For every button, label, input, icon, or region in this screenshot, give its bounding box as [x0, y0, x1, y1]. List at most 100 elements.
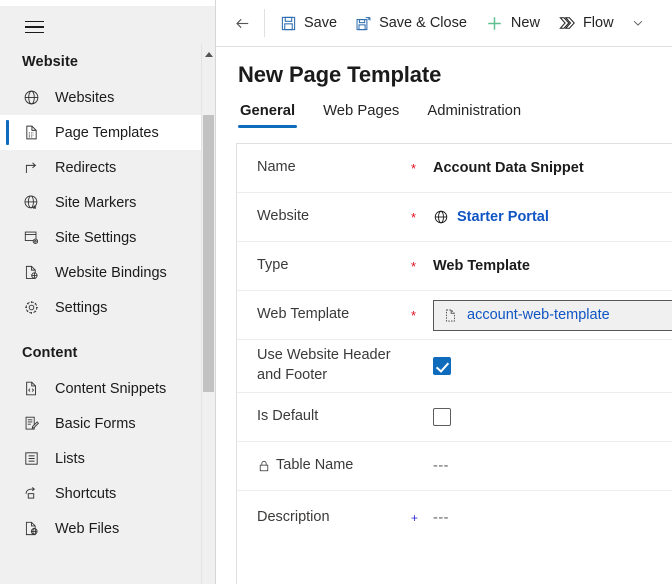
form-pencil-icon: [22, 415, 40, 433]
type-value-text: Web Template: [433, 258, 530, 274]
field-label-web-template: Web Template: [257, 305, 411, 325]
tab-web-pages[interactable]: Web Pages: [321, 103, 401, 128]
command-bar-divider: [264, 9, 265, 37]
required-marker: [411, 366, 433, 367]
website-bindings-icon: [22, 264, 40, 282]
sidebar-item-website-bindings[interactable]: Website Bindings: [0, 255, 215, 290]
required-marker: *: [411, 161, 433, 175]
website-lookup-link[interactable]: Starter Portal: [457, 209, 549, 225]
field-label-description: Description: [257, 508, 411, 528]
sidebar-scrollbar[interactable]: [201, 44, 215, 584]
use-website-header-footer-checkbox[interactable]: [433, 357, 451, 375]
app-root: Website Websites: [0, 0, 672, 584]
sidebar-item-web-files[interactable]: Web Files: [0, 511, 215, 546]
optional-plus-marker: +: [411, 512, 433, 524]
lookup-value-text: account-web-template: [467, 307, 672, 323]
label-text: Table Name: [276, 456, 353, 476]
sidebar-item-content-snippets[interactable]: Content Snippets: [0, 371, 215, 406]
field-value-use-website-header-and-footer: [433, 357, 672, 375]
chevron-down-icon: [631, 16, 645, 30]
form-tabs: General Web Pages Administration: [216, 88, 672, 128]
field-value-website[interactable]: Starter Portal: [433, 209, 672, 225]
save-button-label: Save: [304, 15, 337, 31]
field-value-description[interactable]: ---: [433, 510, 672, 526]
field-label-website: Website: [257, 207, 411, 227]
flow-button[interactable]: Flow: [549, 5, 623, 41]
field-value-is-default: [433, 408, 672, 426]
sidebar-item-page-templates[interactable]: Page Templates: [0, 115, 215, 150]
label-text: Use Website Header and Footer: [257, 346, 411, 385]
tab-general[interactable]: General: [238, 103, 297, 128]
globe-icon: [22, 89, 40, 107]
back-button[interactable]: [224, 5, 260, 41]
form-row-use-website-header-and-footer: Use Website Header and Footer: [237, 340, 672, 393]
sidebar-item-label: Content Snippets: [55, 381, 166, 397]
redirect-arrow-icon: [22, 159, 40, 177]
main-content: Save Save & Close: [216, 0, 672, 584]
required-marker: [411, 417, 433, 418]
form-row-website: Website * Starter Portal: [237, 193, 672, 242]
field-value-type[interactable]: Web Template: [433, 258, 672, 274]
tab-administration[interactable]: Administration: [425, 103, 523, 128]
sidebar-top-edge: [0, 0, 215, 6]
save-and-close-icon: [355, 15, 372, 32]
table-name-value-text: ---: [433, 458, 449, 474]
sidebar-item-label: Site Markers: [55, 195, 136, 211]
web-template-lookup-input[interactable]: account-web-template: [433, 300, 672, 331]
description-value-text: ---: [433, 510, 449, 526]
web-file-icon: [22, 520, 40, 538]
label-text: Type: [257, 256, 288, 276]
save-and-close-button-label: Save & Close: [379, 15, 467, 31]
sidebar-item-settings[interactable]: Settings: [0, 290, 215, 325]
flow-icon: [558, 14, 576, 32]
save-and-close-button[interactable]: Save & Close: [346, 5, 476, 41]
sidebar-item-shortcuts[interactable]: Shortcuts: [0, 476, 215, 511]
command-bar: Save Save & Close: [216, 0, 672, 47]
sidebar-item-label: Settings: [55, 300, 107, 316]
sidebar-item-redirects[interactable]: Redirects: [0, 150, 215, 185]
save-button[interactable]: Save: [271, 5, 346, 41]
sidebar-item-site-markers[interactable]: Site Markers: [0, 185, 215, 220]
command-bar-overflow-button[interactable]: [623, 5, 653, 41]
field-value-table-name: ---: [433, 458, 672, 474]
sidebar-item-basic-forms[interactable]: Basic Forms: [0, 406, 215, 441]
sidebar-item-label: Web Files: [55, 521, 119, 537]
required-marker: *: [411, 210, 433, 224]
nav-group-spacer: [0, 325, 215, 337]
field-value-name[interactable]: Account Data Snippet: [433, 160, 672, 176]
scroll-up-arrow-icon[interactable]: [205, 52, 213, 57]
new-button[interactable]: New: [476, 5, 549, 41]
sidebar-item-lists[interactable]: Lists: [0, 441, 215, 476]
plus-icon: [485, 14, 504, 33]
form-row-is-default: Is Default: [237, 393, 672, 442]
form-row-web-template: Web Template * account-web-template: [237, 291, 672, 340]
globe-icon: [433, 209, 449, 225]
site-settings-icon: [22, 229, 40, 247]
sidebar-item-site-settings[interactable]: Site Settings: [0, 220, 215, 255]
label-text: Is Default: [257, 407, 318, 427]
sidebar-item-label: Redirects: [55, 160, 116, 176]
sidebar-item-websites[interactable]: Websites: [0, 80, 215, 115]
label-text: Description: [257, 508, 330, 528]
sidebar-item-label: Lists: [55, 451, 85, 467]
nav-scroll-region: Website Websites: [0, 46, 215, 584]
scrollbar-thumb[interactable]: [203, 115, 214, 392]
field-label-table-name: Table Name: [257, 456, 411, 476]
site-map-toggle-button[interactable]: [12, 8, 56, 46]
code-file-icon: [22, 380, 40, 398]
field-label-name: Name: [257, 158, 411, 178]
required-marker: *: [411, 259, 433, 273]
field-label-type: Type: [257, 256, 411, 276]
form-row-description: Description + ---: [237, 491, 672, 544]
shortcut-icon: [22, 485, 40, 503]
required-marker: *: [411, 308, 433, 322]
page-template-icon: [22, 124, 40, 142]
is-default-checkbox[interactable]: [433, 408, 451, 426]
save-disk-icon: [280, 15, 297, 32]
new-button-label: New: [511, 15, 540, 31]
lookup-selected-pill[interactable]: account-web-template: [434, 301, 672, 330]
required-marker: [411, 466, 433, 467]
list-icon: [22, 450, 40, 468]
lock-icon: [257, 459, 271, 473]
sidebar-item-label: Shortcuts: [55, 486, 116, 502]
